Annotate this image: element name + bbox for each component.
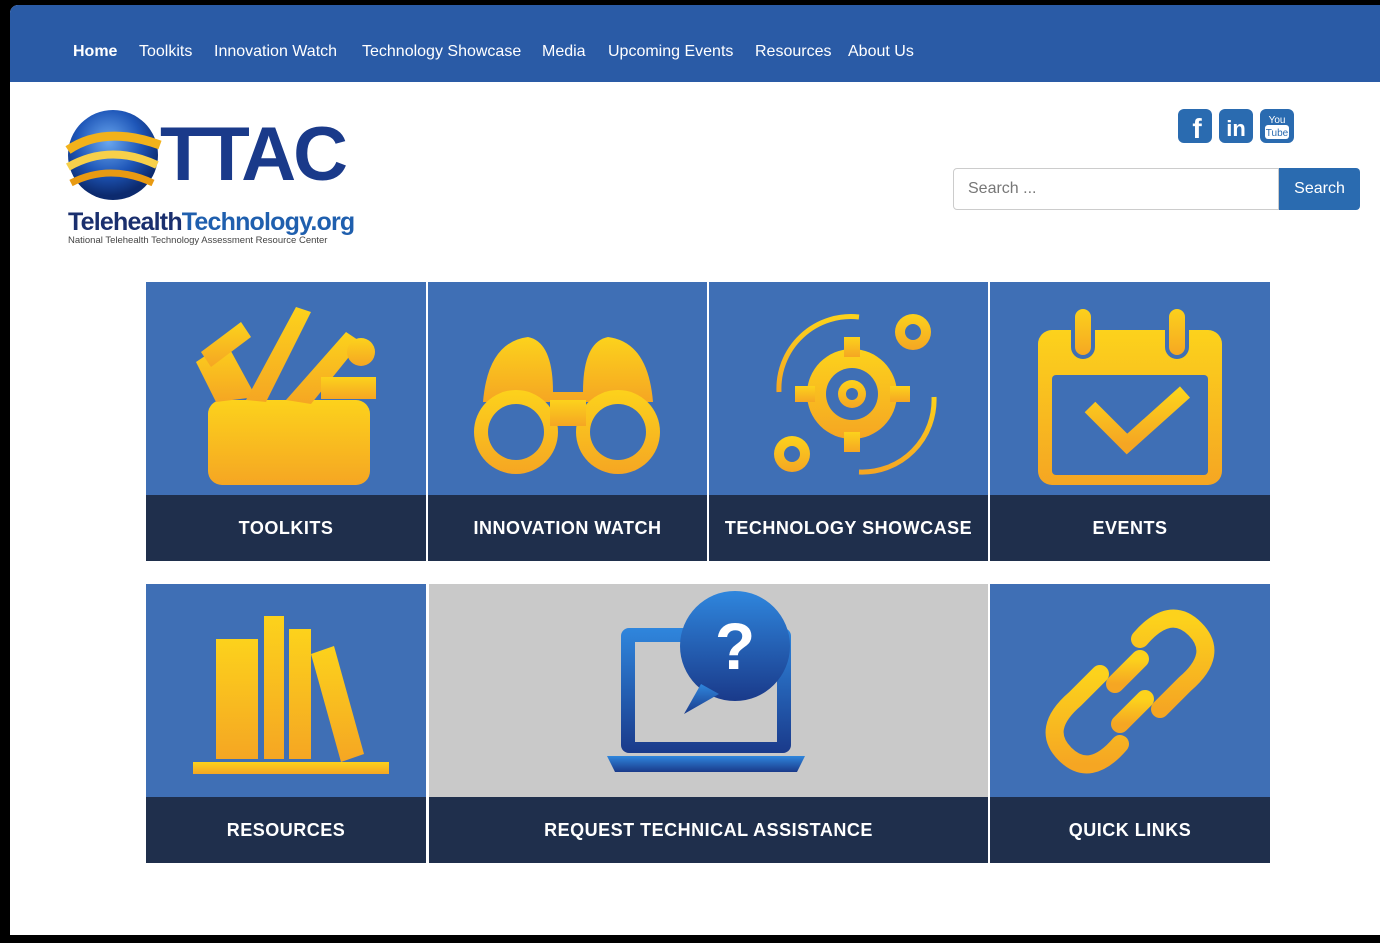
nav-item-innovation-watch[interactable]: Innovation Watch bbox=[214, 43, 337, 61]
svg-text:in: in bbox=[1226, 116, 1246, 141]
nav-item-home[interactable]: Home bbox=[73, 43, 117, 61]
tile-label: TECHNOLOGY SHOWCASE bbox=[709, 495, 988, 561]
tile-toolkits[interactable]: TOOLKITS bbox=[146, 282, 426, 561]
books-icon bbox=[193, 616, 389, 774]
nav-item-toolkits[interactable]: Toolkits bbox=[139, 43, 192, 61]
tile-label: QUICK LINKS bbox=[990, 797, 1270, 863]
search-button[interactable]: Search bbox=[1279, 168, 1360, 210]
tile-label: RESOURCES bbox=[146, 797, 426, 863]
browser-page: Home Toolkits Innovation Watch Technolog… bbox=[10, 5, 1380, 935]
tile-events[interactable]: EVENTS bbox=[990, 282, 1270, 561]
binoculars-icon bbox=[474, 337, 660, 474]
site-logo[interactable]: TTAC TelehealthTechnology.org National T… bbox=[65, 105, 365, 250]
nav-item-about-us[interactable]: About Us bbox=[848, 43, 914, 61]
chain-link-icon bbox=[1045, 609, 1215, 774]
logo-title: TTAC bbox=[160, 112, 348, 197]
svg-text:You: You bbox=[1269, 115, 1286, 126]
tile-label: REQUEST TECHNICAL ASSISTANCE bbox=[429, 797, 988, 863]
nav-item-resources[interactable]: Resources bbox=[755, 43, 831, 61]
gears-icon bbox=[774, 314, 937, 475]
nav-item-upcoming-events[interactable]: Upcoming Events bbox=[608, 43, 733, 61]
toolbox-icon bbox=[196, 307, 376, 485]
tile-resources[interactable]: RESOURCES bbox=[146, 584, 426, 863]
tile-label: EVENTS bbox=[990, 495, 1270, 561]
top-navbar: Home Toolkits Innovation Watch Technolog… bbox=[10, 5, 1380, 82]
logo-domain: TelehealthTechnology.org bbox=[68, 208, 355, 237]
globe-icon bbox=[65, 110, 162, 200]
tile-quick-links[interactable]: QUICK LINKS bbox=[990, 584, 1270, 863]
tile-technology-showcase[interactable]: TECHNOLOGY SHOWCASE bbox=[709, 282, 988, 561]
tile-label: INNOVATION WATCH bbox=[428, 495, 707, 561]
facebook-icon[interactable]: f bbox=[1178, 109, 1212, 143]
svg-text:Tube: Tube bbox=[1266, 128, 1289, 139]
tile-label: TOOLKITS bbox=[146, 495, 426, 561]
logo-domain-part2: Technology.org bbox=[181, 208, 355, 236]
search-input[interactable] bbox=[953, 168, 1279, 210]
svg-text:?: ? bbox=[715, 609, 755, 683]
tile-innovation-watch[interactable]: INNOVATION WATCH bbox=[428, 282, 707, 561]
nav-item-technology-showcase[interactable]: Technology Showcase bbox=[362, 43, 521, 61]
linkedin-icon[interactable]: in bbox=[1219, 109, 1253, 143]
svg-text:f: f bbox=[1192, 113, 1202, 143]
nav-item-media[interactable]: Media bbox=[542, 43, 586, 61]
calendar-check-icon bbox=[1038, 305, 1222, 485]
logo-domain-part1: Telehealth bbox=[68, 208, 183, 236]
laptop-question-icon: ? bbox=[607, 591, 805, 772]
youtube-icon[interactable]: You Tube bbox=[1260, 109, 1294, 143]
tile-request-technical-assistance[interactable]: ? REQUEST TECHNICAL ASSISTANCE bbox=[429, 584, 988, 863]
logo-tagline: National Telehealth Technology Assessmen… bbox=[68, 235, 328, 246]
